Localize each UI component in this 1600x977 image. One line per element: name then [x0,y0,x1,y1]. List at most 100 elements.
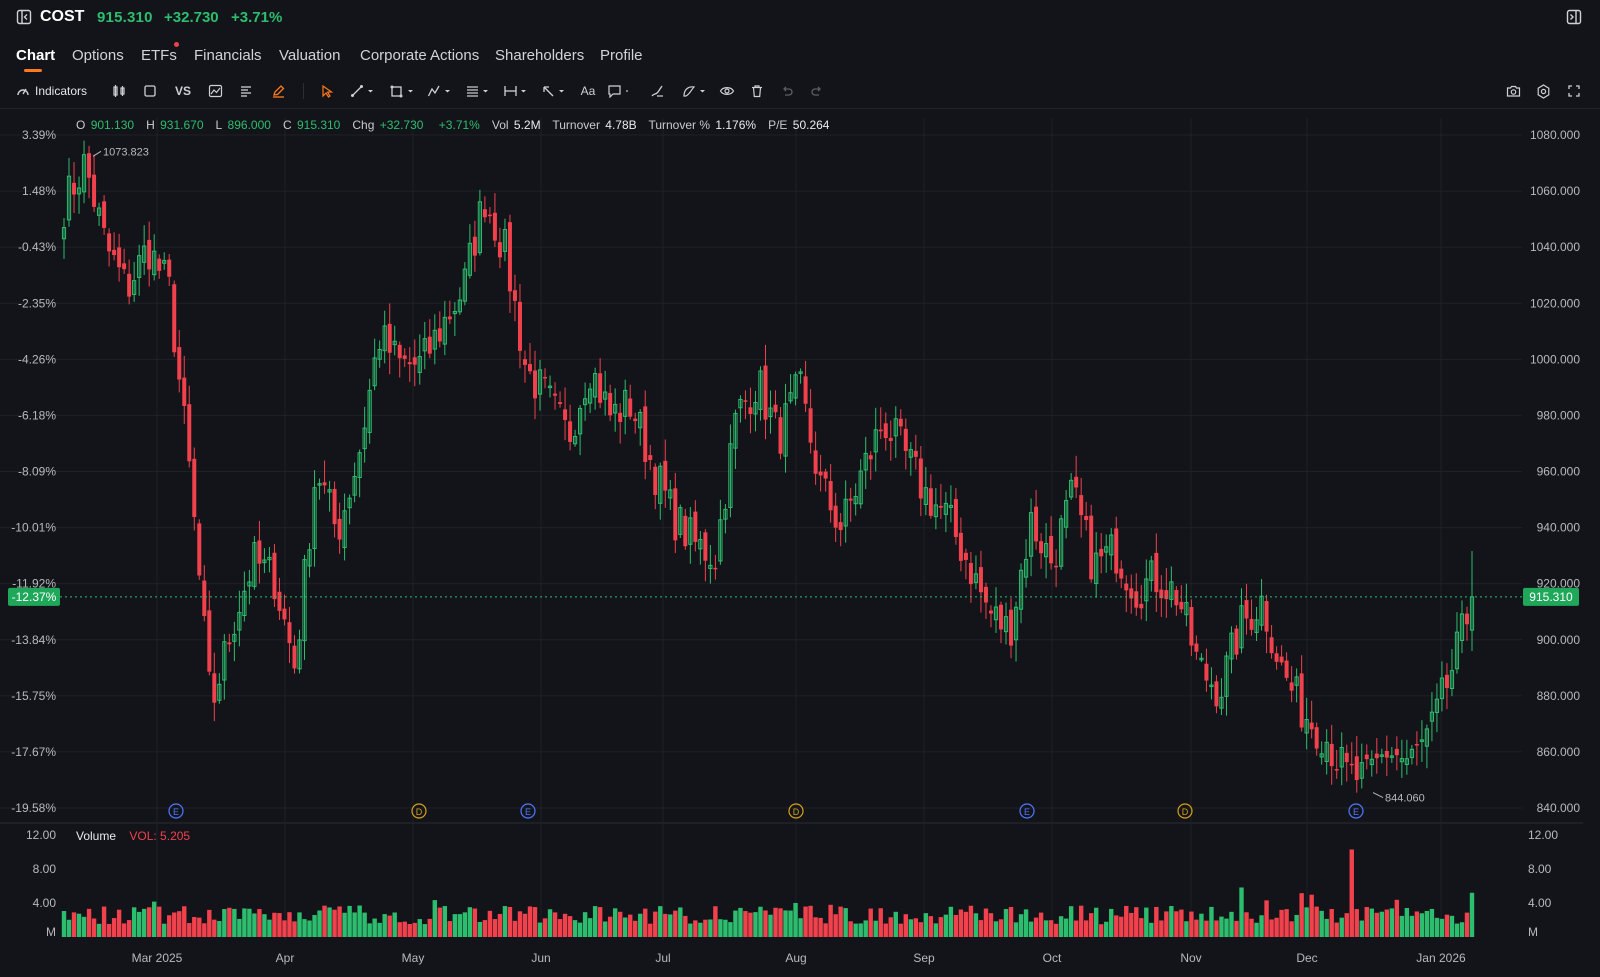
candle-body [663,460,668,491]
volume-bar [547,909,553,937]
x-axis-label: Jan 2026 [1416,951,1466,965]
candle-body [437,328,442,342]
tab-options[interactable]: Options [72,47,124,64]
arrow-tool-icon[interactable] [540,80,568,102]
tab-corporate-actions[interactable]: Corporate Actions [360,47,479,64]
volume-bar [1274,917,1279,937]
toolbar-divider [0,108,1600,109]
align-lines-icon[interactable] [237,80,255,102]
tab-shareholders[interactable]: Shareholders [495,47,584,64]
candle-body [1054,565,1059,568]
candle-body [543,376,548,379]
pattern-tool-icon[interactable] [426,80,454,102]
tab-etfs[interactable]: ETFs [141,47,177,64]
volume-bar [447,921,453,937]
volume-bar [1264,900,1269,937]
candle-body [1329,743,1334,767]
volume-bar [873,920,878,937]
volume-bar [202,923,207,937]
chart-style-icon[interactable] [206,80,224,102]
candle-body [653,466,658,496]
settings-gear-icon[interactable] [1534,80,1552,102]
volume-bar [116,909,122,937]
price-axis-label: 960.000 [1537,465,1581,479]
delete-trash-icon[interactable] [748,80,766,102]
tab-chart[interactable]: Chart [16,47,55,64]
last-price: 915.310 [97,9,153,26]
volume-bar [1284,909,1289,937]
candle-body [748,407,753,414]
candle-body [1464,613,1469,625]
redo-icon[interactable] [808,80,826,102]
tab-valuation[interactable]: Valuation [279,47,340,64]
text-tool-button[interactable]: Aa [577,80,599,102]
volume-bar [96,923,102,937]
volume-bar [482,920,488,937]
candle-body [1384,750,1389,758]
volume-bar [1304,907,1309,937]
volume-bar [1394,899,1400,937]
volume-bar [472,908,478,937]
pen-tool-icon[interactable] [681,80,709,102]
comment-tool-icon[interactable] [606,80,632,102]
high-marker-line [92,150,102,157]
last-percent-tag-label: -12.37% [12,590,57,604]
candle-body [1124,583,1129,591]
ohlc-legend: O 901.130 H 931.670 L 896.000 C 915.310 … [76,118,831,132]
candle-body [953,499,958,537]
shape-tool-icon[interactable] [389,80,417,102]
high-label: H [146,118,155,132]
trend-line-icon[interactable] [349,80,377,102]
undo-icon[interactable] [778,80,796,102]
tab-profile[interactable]: Profile [600,47,643,64]
volume-bar [1088,913,1094,937]
price-chart[interactable]: Mar 2025 Apr May Jun Jul Aug Sep Oct Nov Dec Jan 2… [0,0,1600,977]
volume-bar [612,908,618,937]
volume-bar [1379,911,1385,937]
volume-bar [552,912,558,937]
compare-vs-button[interactable]: VS [172,80,194,102]
volume-bar [1404,907,1410,937]
candle-body [1234,628,1239,655]
volume-bar [582,912,588,937]
highlighter-icon[interactable] [269,80,287,102]
visibility-eye-icon[interactable] [718,80,736,102]
volume-bar [622,917,628,937]
layout-square-icon[interactable] [141,80,159,102]
candle-body [683,515,688,547]
pe-value: 50.264 [792,118,830,132]
tab-financials[interactable]: Financials [194,47,262,64]
volume-axis-label: 4.00 [33,896,57,910]
volume-bar [1184,921,1189,937]
volume-bar [322,905,327,937]
volume-bar [101,906,107,937]
sidebar-toggle-icon[interactable] [16,9,32,25]
candle-body [983,586,988,603]
measure-tool-icon[interactable] [502,80,530,102]
volume-bar [437,907,443,937]
volume-bar [1259,915,1264,937]
exit-fullscreen-icon[interactable] [1566,9,1582,25]
volume-bar [162,923,167,937]
brush-tool-icon[interactable] [648,80,666,102]
indicators-button[interactable]: Indicators [16,80,96,102]
candle-body [563,409,568,420]
candle-body [743,400,748,402]
close-value: 915.310 [296,118,341,132]
candle-body [1334,769,1339,771]
cursor-select-icon[interactable] [318,80,336,102]
notification-dot [174,42,179,47]
volume-bar [262,914,267,937]
candle-body [1244,600,1249,619]
fibonacci-tool-icon[interactable] [464,80,492,102]
candle-type-icon[interactable] [110,80,128,102]
volume-bar [1124,905,1129,937]
fullscreen-icon[interactable] [1565,80,1583,102]
candle-body [568,421,573,442]
camera-icon[interactable] [1504,80,1522,102]
candle-body [182,377,187,406]
volume-bar [432,900,437,937]
event-marker-label: D [1182,807,1189,817]
event-marker-label: E [1024,807,1030,817]
candle-body [878,429,883,432]
